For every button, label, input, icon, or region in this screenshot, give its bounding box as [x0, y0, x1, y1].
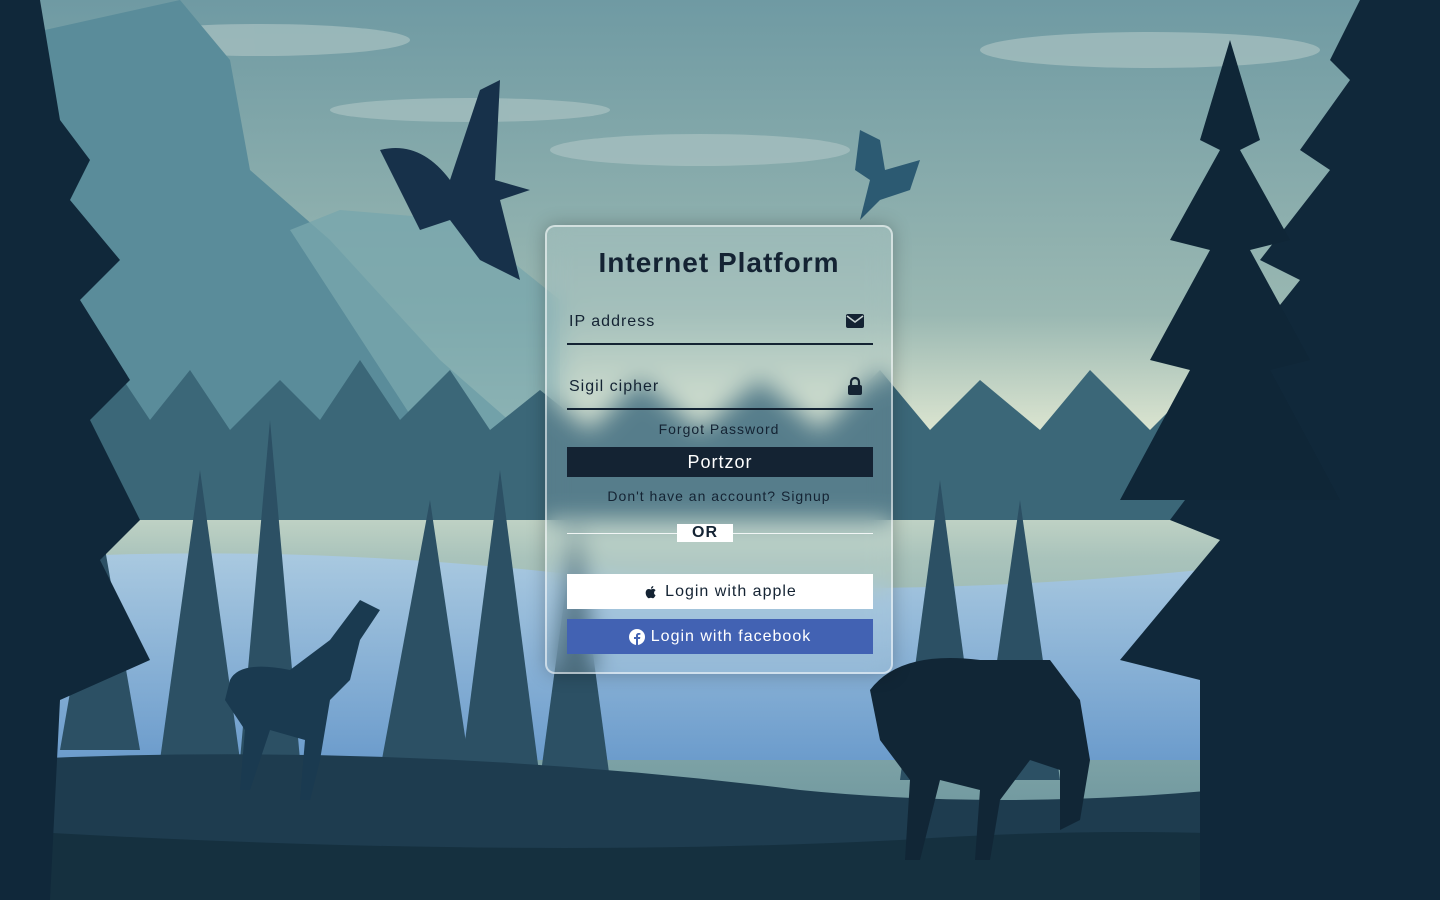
portzor-button[interactable]: Portzor	[567, 447, 873, 477]
signup-text[interactable]: Don't have an account? Signup	[607, 488, 830, 504]
page-title: Internet Platform	[598, 247, 840, 278]
sigil-cipher-input[interactable]	[567, 368, 839, 406]
apple-icon	[643, 584, 659, 600]
facebook-button-label: Login with facebook	[650, 627, 812, 645]
ip-address-field	[567, 303, 873, 345]
ip-address-input[interactable]	[567, 303, 839, 341]
facebook-icon	[628, 628, 645, 645]
sigil-cipher-field	[567, 368, 873, 410]
forgot-password-link[interactable]: Forgot Password	[547, 421, 891, 437]
signup-link[interactable]: Don't have an account? Signup	[547, 488, 891, 504]
envelope-icon	[845, 311, 865, 331]
or-divider-label: OR	[677, 524, 733, 542]
login-with-apple-button[interactable]: Login with apple	[567, 574, 873, 609]
login-with-facebook-button[interactable]: Login with facebook	[567, 619, 873, 654]
lock-icon	[845, 376, 865, 396]
login-card: Internet Platform Forgot Password Portzo…	[545, 225, 893, 674]
apple-button-label: Login with apple	[665, 582, 797, 600]
